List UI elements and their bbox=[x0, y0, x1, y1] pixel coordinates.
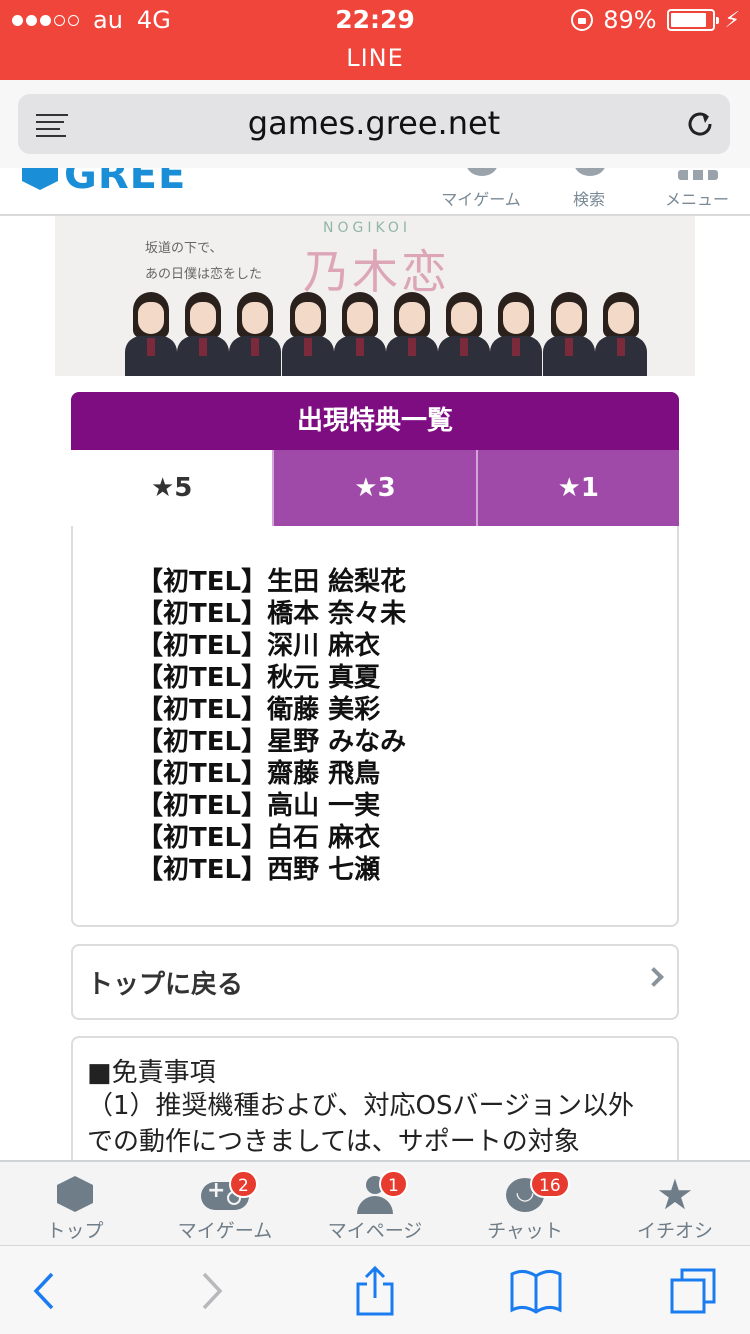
list-item: 【初TEL】秋元 真夏 bbox=[137, 663, 381, 693]
battery-icon bbox=[666, 9, 719, 31]
notification-badge: 2 bbox=[229, 1170, 258, 1198]
back-to-top-label: トップに戻る bbox=[87, 970, 244, 1000]
status-bar: au 4G 22:29 LINE 89% ⚡ bbox=[0, 0, 750, 80]
list-item: 【初TEL】生田 絵梨花 bbox=[137, 567, 407, 597]
banner-member-figure bbox=[229, 288, 282, 376]
gree-header: GREE マイゲーム 検索 メニュー bbox=[0, 168, 750, 216]
banner-member-figure bbox=[542, 288, 595, 376]
header-nav-mygame[interactable]: マイゲーム bbox=[441, 168, 521, 214]
status-right: 89% ⚡ bbox=[571, 6, 740, 34]
banner-member-figure bbox=[438, 288, 491, 376]
gree-logo-text[interactable]: GREE bbox=[64, 168, 186, 198]
tabbar-item-mygame[interactable]: 2 マイゲーム bbox=[150, 1162, 300, 1245]
star-icon: ★ bbox=[656, 1170, 694, 1219]
banner-tagline: 坂道の下で、 あの日僕は恋をした bbox=[145, 241, 263, 282]
back-to-app-label[interactable]: LINE bbox=[0, 44, 750, 72]
banner-member-figure bbox=[386, 288, 439, 376]
list-item: 【初TEL】齋藤 飛鳥 bbox=[137, 759, 381, 789]
rarity-tabs: ★5 ★3 ★1 bbox=[71, 450, 679, 526]
list-item: 【初TEL】白石 麻衣 bbox=[137, 823, 381, 853]
disclaimer-text: （1）推奨機種および、対応OSバージョン以外での動作につきましては、サポートの対… bbox=[87, 1091, 634, 1157]
header-nav-menu[interactable]: メニュー bbox=[658, 168, 736, 214]
chevron-right-icon bbox=[644, 967, 664, 987]
notification-badge: 1 bbox=[379, 1170, 408, 1198]
battery-percent: 89% bbox=[603, 6, 657, 34]
list-item: 【初TEL】西野 七瀬 bbox=[137, 855, 381, 885]
banner-member-figure bbox=[490, 288, 543, 376]
rotation-lock-icon bbox=[571, 9, 594, 31]
list-item: 【初TEL】星野 みなみ bbox=[137, 727, 407, 757]
banner-member-figure bbox=[125, 288, 177, 376]
gree-tab-bar: トップ 2 マイゲーム 1 マイページ 16 チャット ★ イチオシ bbox=[0, 1160, 750, 1246]
bonus-list-panel: 出現特典一覧 ★5 ★3 ★1 【初TEL】生田 絵梨花 【初TEL】橋本 奈々… bbox=[71, 392, 679, 927]
share-icon[interactable] bbox=[350, 1266, 400, 1316]
header-nav: マイゲーム 検索 メニュー bbox=[441, 168, 736, 214]
header-nav-search[interactable]: 検索 bbox=[550, 168, 628, 214]
controller-icon bbox=[466, 168, 498, 176]
disclaimer-heading: ■免責事項 bbox=[87, 1058, 216, 1088]
reload-icon[interactable] bbox=[684, 108, 716, 140]
tab-star1[interactable]: ★1 bbox=[475, 450, 679, 526]
gree-logo-icon[interactable] bbox=[22, 168, 58, 190]
url-text[interactable]: games.gree.net bbox=[18, 104, 730, 142]
browser-toolbar bbox=[0, 1246, 750, 1334]
browser-address-area: games.gree.net bbox=[0, 80, 750, 168]
tabbar-item-chat[interactable]: 16 チャット bbox=[450, 1162, 600, 1245]
back-icon[interactable] bbox=[20, 1266, 70, 1316]
tabbar-item-recommend[interactable]: ★ イチオシ bbox=[600, 1162, 750, 1245]
banner-member-figure bbox=[594, 288, 647, 376]
banner-group-photo bbox=[125, 288, 647, 376]
address-bar[interactable]: games.gree.net bbox=[18, 94, 730, 154]
gree-hex-icon bbox=[57, 1176, 93, 1212]
tab-star5[interactable]: ★5 bbox=[71, 450, 273, 526]
tabs-icon[interactable] bbox=[668, 1266, 718, 1316]
notification-badge: 16 bbox=[530, 1170, 570, 1198]
tab-star3[interactable]: ★3 bbox=[272, 450, 476, 526]
list-item: 【初TEL】衛藤 美彩 bbox=[137, 695, 381, 725]
disclaimer-box: ■免責事項 （1）推奨機種および、対応OSバージョン以外での動作につきましては、… bbox=[71, 1036, 679, 1176]
list-item: 【初TEL】高山 一実 bbox=[137, 791, 381, 821]
banner-member-figure bbox=[333, 288, 386, 376]
forward-icon[interactable] bbox=[186, 1266, 236, 1316]
bonus-list: 【初TEL】生田 絵梨花 【初TEL】橋本 奈々未 【初TEL】深川 麻衣 【初… bbox=[137, 566, 406, 886]
charging-icon: ⚡ bbox=[724, 7, 740, 33]
list-item: 【初TEL】深川 麻衣 bbox=[137, 631, 381, 661]
tabbar-item-top[interactable]: トップ bbox=[0, 1162, 150, 1245]
panel-title: 出現特典一覧 bbox=[71, 392, 679, 450]
banner-member-figure bbox=[177, 288, 230, 376]
bookmarks-icon[interactable] bbox=[508, 1266, 564, 1316]
game-banner[interactable]: 坂道の下で、 あの日僕は恋をした NOGIKOI 乃木恋 bbox=[55, 216, 695, 376]
menu-icon bbox=[678, 170, 718, 180]
list-item: 【初TEL】橋本 奈々未 bbox=[137, 599, 407, 629]
tabbar-item-mypage[interactable]: 1 マイページ bbox=[300, 1162, 450, 1245]
back-to-top-link[interactable]: トップに戻る bbox=[71, 944, 679, 1020]
search-icon bbox=[574, 168, 606, 176]
banner-member-figure bbox=[281, 288, 334, 376]
banner-title-en: NOGIKOI bbox=[323, 220, 412, 236]
